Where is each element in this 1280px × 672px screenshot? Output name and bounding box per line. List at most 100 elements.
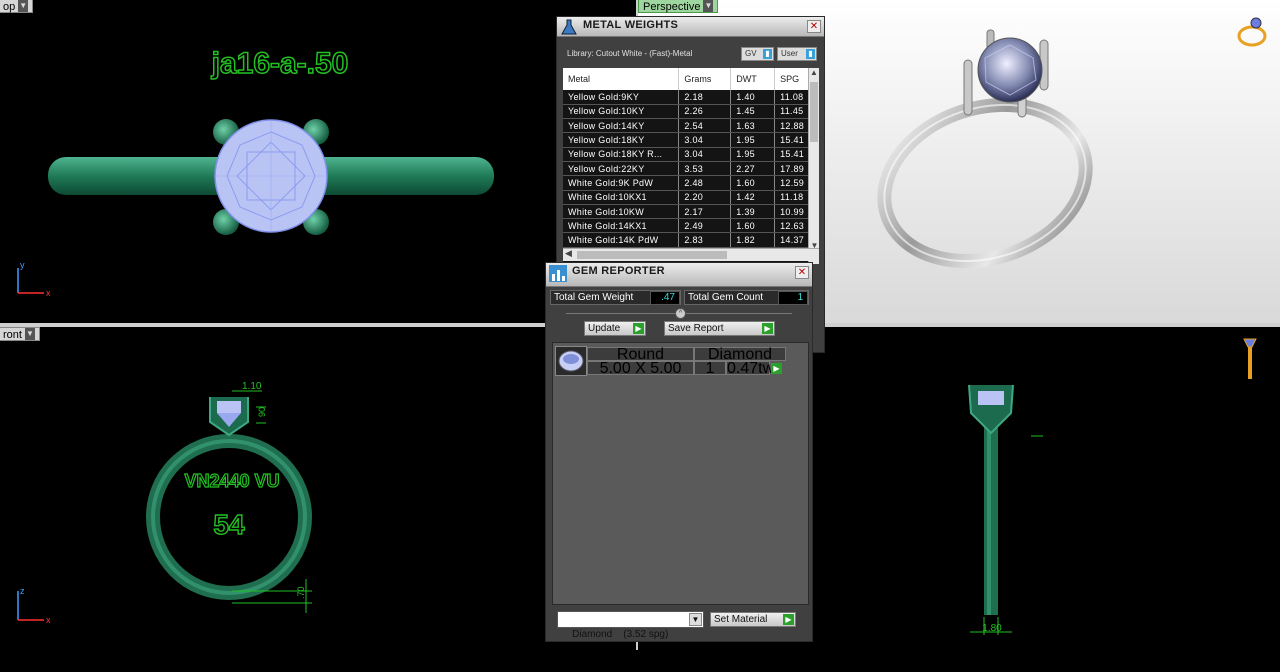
table-cell: 2.26: [678, 104, 732, 120]
collapse-toggle-icon[interactable]: ^: [675, 308, 686, 319]
table-cell: 2.54: [678, 118, 732, 134]
gem-count: 1: [694, 361, 726, 377]
ring-band: [877, 97, 1093, 269]
table-cell: 2.48: [678, 175, 732, 191]
gem-list[interactable]: Round Diamond 5.00 X 5.00 1 0.47tw ▶: [552, 342, 809, 605]
table-row[interactable]: White Gold:10KW 2.17 1.39 10.99: [563, 204, 819, 220]
table-cell: Yellow Gold:14KY: [563, 118, 680, 134]
table-row[interactable]: White Gold:10KX1 2.20 1.42 11.18: [563, 190, 819, 205]
diamond-stone: [977, 37, 1043, 103]
engraving-text: VN2440 VU: [184, 471, 279, 491]
table-cell: 1.60: [730, 218, 776, 234]
viewport-top[interactable]: ja16-a-.50 y x op ▼: [0, 0, 636, 323]
user-toggle[interactable]: User ▮: [777, 47, 817, 61]
viewport-label-top[interactable]: op ▼: [0, 0, 34, 13]
table-row[interactable]: Yellow Gold:10KY 2.26 1.45 11.45: [563, 104, 819, 120]
chevron-down-icon: ▼: [18, 0, 29, 12]
close-icon[interactable]: ✕: [807, 20, 821, 33]
dimension-label: 1.80: [982, 623, 1002, 634]
table-row[interactable]: Yellow Gold:22KY 3.53 2.27 17.89: [563, 161, 819, 177]
library-label: Library: Cutout White - (Fast)-Metal: [567, 49, 693, 58]
table-cell: 2.17: [678, 204, 732, 220]
table-cell: Yellow Gold:10KY: [563, 104, 680, 120]
svg-text:x: x: [46, 288, 51, 298]
scroll-left-icon[interactable]: ◀: [565, 248, 572, 259]
table-row[interactable]: Yellow Gold:9KY 2.18 1.40 11.08: [563, 90, 819, 105]
round-diamond: [214, 119, 328, 233]
ring-size-text: 54: [213, 509, 245, 540]
table-cell: White Gold:9K PdW: [563, 175, 680, 191]
dimension-label: 1.10: [242, 381, 262, 392]
table-cell: Yellow Gold:22KY: [563, 161, 680, 177]
table-cell: 3.53: [678, 161, 732, 177]
save-report-button[interactable]: Save Report ▶: [664, 321, 775, 336]
metal-weights-titlebar[interactable]: METAL WEIGHTS ✕: [557, 17, 824, 37]
table-row[interactable]: Yellow Gold:18KY 3.04 1.95 15.41: [563, 132, 819, 148]
metal-weights-table: Metal Grams DWT SPG Yellow Gold:9KY 2.18 1.40…: [563, 68, 819, 248]
svg-text:x: x: [46, 615, 51, 625]
gem-reporter-titlebar[interactable]: GEM REPORTER ✕: [546, 263, 812, 287]
table-row[interactable]: White Gold:14K PdW 2.83 1.82 14.37: [563, 232, 819, 248]
table-cell: 2.49: [678, 218, 732, 234]
table-row[interactable]: Yellow Gold:18KY R... 3.04 1.95 15.41: [563, 147, 819, 162]
column-header[interactable]: DWT: [730, 68, 776, 90]
metal-weights-table-wrap[interactable]: Metal Grams DWT SPG Yellow Gold:9KY 2.18 1.40…: [563, 68, 819, 264]
gem-type: Diamond: [694, 347, 786, 363]
table-row[interactable]: Yellow Gold:14KY 2.54 1.63 12.88: [563, 118, 819, 134]
chevron-down-icon: ▼: [703, 0, 714, 12]
total-gem-weight-value: .47: [650, 291, 680, 305]
update-button[interactable]: Update ▶: [584, 321, 646, 336]
table-cell: 1.63: [730, 118, 776, 134]
horizontal-scrollbar[interactable]: ◀: [563, 248, 819, 261]
table-cell: White Gold:14KX1: [563, 218, 680, 234]
viewport-front[interactable]: VN2440 VU 54 1.10 90 .70 z x ront ▼: [0, 327, 636, 650]
svg-text:y: y: [20, 260, 25, 270]
table-cell: Yellow Gold:18KY R...: [563, 147, 680, 162]
table-cell: 1.60: [730, 175, 776, 191]
gem-reporter-panel[interactable]: GEM REPORTER ✕ Total Gem Weight .47 Tota…: [545, 262, 813, 642]
table-cell: 1.42: [730, 190, 776, 205]
front-view-drawing: VN2440 VU 54 1.10 90 .70 z x: [17, 381, 312, 625]
gem-size: 5.00 X 5.00: [587, 361, 694, 377]
table-cell: 1.95: [730, 132, 776, 148]
table-cell: White Gold:10KX1: [563, 190, 680, 205]
table-cell: 1.95: [730, 147, 776, 162]
gem-list-item[interactable]: Round Diamond 5.00 X 5.00 1 0.47tw ▶: [555, 346, 789, 377]
axis-indicator: y x: [17, 260, 51, 298]
column-header[interactable]: Grams: [678, 68, 732, 90]
chevron-down-icon: ▼: [24, 328, 35, 340]
table-cell: 1.39: [730, 204, 776, 220]
table-row[interactable]: White Gold:14KX1 2.49 1.60 12.63: [563, 218, 819, 234]
table-cell: White Gold:14K PdW: [563, 232, 680, 248]
viewport-label-perspective[interactable]: Perspective ▼: [638, 0, 719, 13]
table-cell: White Gold:10KW: [563, 204, 680, 220]
table-row[interactable]: White Gold:9K PdW 2.48 1.60 12.59: [563, 175, 819, 191]
scroll-up-icon[interactable]: ▲: [809, 68, 819, 77]
table-cell: 1.82: [730, 232, 776, 248]
gem-detail-arrow-icon[interactable]: ▶: [771, 363, 782, 374]
top-view-drawing: ja16-a-.50 y x: [17, 46, 494, 298]
chevron-down-icon[interactable]: ▼: [689, 613, 702, 626]
viewport-label-front[interactable]: ront ▼: [0, 327, 40, 341]
column-header[interactable]: Metal: [563, 68, 680, 90]
gv-toggle[interactable]: GV ▮: [741, 47, 774, 61]
table-cell: 1.40: [730, 90, 776, 105]
total-gem-count-value: 1: [778, 291, 808, 305]
set-material-button[interactable]: Set Material ▶: [710, 612, 796, 627]
scrollbar-thumb[interactable]: [810, 82, 818, 142]
ring-render-icon[interactable]: [1236, 14, 1270, 48]
table-cell: 3.04: [678, 147, 732, 162]
table-cell: 3.04: [678, 132, 732, 148]
ring-side-icon[interactable]: [1240, 335, 1260, 383]
table-cell: 2.83: [678, 232, 732, 248]
table-cell: 2.27: [730, 161, 776, 177]
gem-report-icon: [549, 265, 567, 282]
close-icon[interactable]: ✕: [795, 266, 809, 279]
metal-weights-title: METAL WEIGHTS: [583, 19, 679, 31]
table-cell: 1.45: [730, 104, 776, 120]
vertical-scrollbar[interactable]: ▲ ▼: [808, 68, 819, 264]
material-select[interactable]: Diamond (3.52 spg) ▼: [557, 611, 704, 640]
hscroll-thumb[interactable]: [577, 251, 727, 259]
axis-indicator: z x: [17, 586, 51, 625]
diamond-stone: [978, 391, 1004, 405]
